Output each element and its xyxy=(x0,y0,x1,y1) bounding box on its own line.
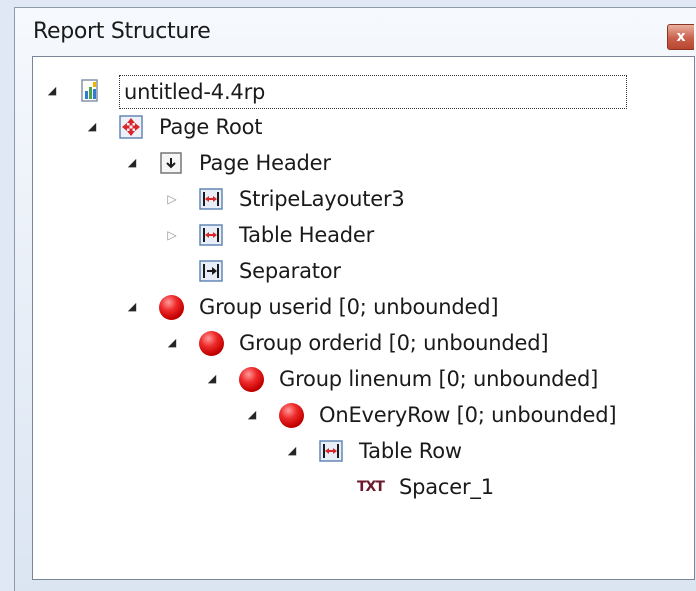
expand-triangle-icon[interactable]: ◢ xyxy=(125,145,139,181)
expand-triangle-icon[interactable]: ◢ xyxy=(285,433,299,469)
page-root-icon xyxy=(119,115,143,139)
band-icon xyxy=(199,188,223,210)
text-field-icon: TXT xyxy=(357,479,385,495)
collapse-triangle-icon[interactable]: ▷ xyxy=(165,217,179,253)
band-icon xyxy=(319,440,343,462)
tree-node-label: Page Root xyxy=(159,115,263,139)
tree-node-label: Spacer_1 xyxy=(399,475,494,499)
tree-node-label: Group linenum [0; unbounded] xyxy=(279,367,599,391)
expand-triangle-icon[interactable]: ◢ xyxy=(125,289,139,325)
group-icon xyxy=(279,403,304,428)
tree-node-table-header[interactable]: ▷ Table Header xyxy=(33,217,683,253)
tree-node-oneveryrow[interactable]: ◢ OnEveryRow [0; unbounded] xyxy=(33,397,683,433)
tree-node-label: StripeLayouter3 xyxy=(239,187,405,211)
collapse-triangle-icon[interactable]: ▷ xyxy=(165,181,179,217)
tree-node-table-row[interactable]: ◢ Table Row xyxy=(33,433,683,469)
tree-node-label: Table Row xyxy=(359,439,462,463)
tree-node-report[interactable]: ◢ untitled-4.4rp xyxy=(33,73,683,109)
close-icon: x xyxy=(676,29,686,45)
tree-node-label: Group userid [0; unbounded] xyxy=(199,295,499,319)
group-icon xyxy=(159,295,184,320)
tree-node-label: Page Header xyxy=(199,151,331,175)
expand-triangle-icon[interactable]: ◢ xyxy=(245,397,259,433)
report-structure-panel: Report Structure x ◢ untitled-4.4rp ◢ Pa… xyxy=(14,7,696,591)
panel-title: Report Structure xyxy=(33,19,211,44)
tree-node-label: Table Header xyxy=(239,223,375,247)
panel-titlebar: Report Structure x xyxy=(15,8,696,56)
band-icon xyxy=(199,224,223,246)
tree-node-group-userid[interactable]: ◢ Group userid [0; unbounded] xyxy=(33,289,683,325)
tree-node-stripelayouter[interactable]: ▷ StripeLayouter3 xyxy=(33,181,683,217)
tree-node-label: Separator xyxy=(239,259,341,283)
expand-triangle-icon[interactable]: ◢ xyxy=(205,361,219,397)
tree-node-label: OnEveryRow [0; unbounded] xyxy=(319,403,617,427)
tree-node-group-linenum[interactable]: ◢ Group linenum [0; unbounded] xyxy=(33,361,683,397)
tree-node-page-header[interactable]: ◢ Page Header xyxy=(33,145,683,181)
tree-node-separator[interactable]: Separator xyxy=(33,253,683,289)
close-button[interactable]: x xyxy=(667,24,694,50)
tree-node-label: untitled-4.4rp xyxy=(119,75,627,109)
report-structure-tree[interactable]: ◢ untitled-4.4rp ◢ Page Root ◢ Page Head… xyxy=(32,56,695,580)
group-icon xyxy=(239,367,264,392)
group-icon xyxy=(199,331,224,356)
page-header-icon xyxy=(160,152,182,174)
tree-node-spacer[interactable]: TXT Spacer_1 xyxy=(33,469,683,505)
tree-node-group-orderid[interactable]: ◢ Group orderid [0; unbounded] xyxy=(33,325,683,361)
report-file-icon xyxy=(81,79,98,102)
expand-triangle-icon[interactable]: ◢ xyxy=(85,109,99,145)
tree-node-page-root[interactable]: ◢ Page Root xyxy=(33,109,683,145)
separator-icon xyxy=(199,260,223,282)
expand-triangle-icon[interactable]: ◢ xyxy=(45,73,59,109)
tree-node-label: Group orderid [0; unbounded] xyxy=(239,331,549,355)
expand-triangle-icon[interactable]: ◢ xyxy=(165,325,179,361)
